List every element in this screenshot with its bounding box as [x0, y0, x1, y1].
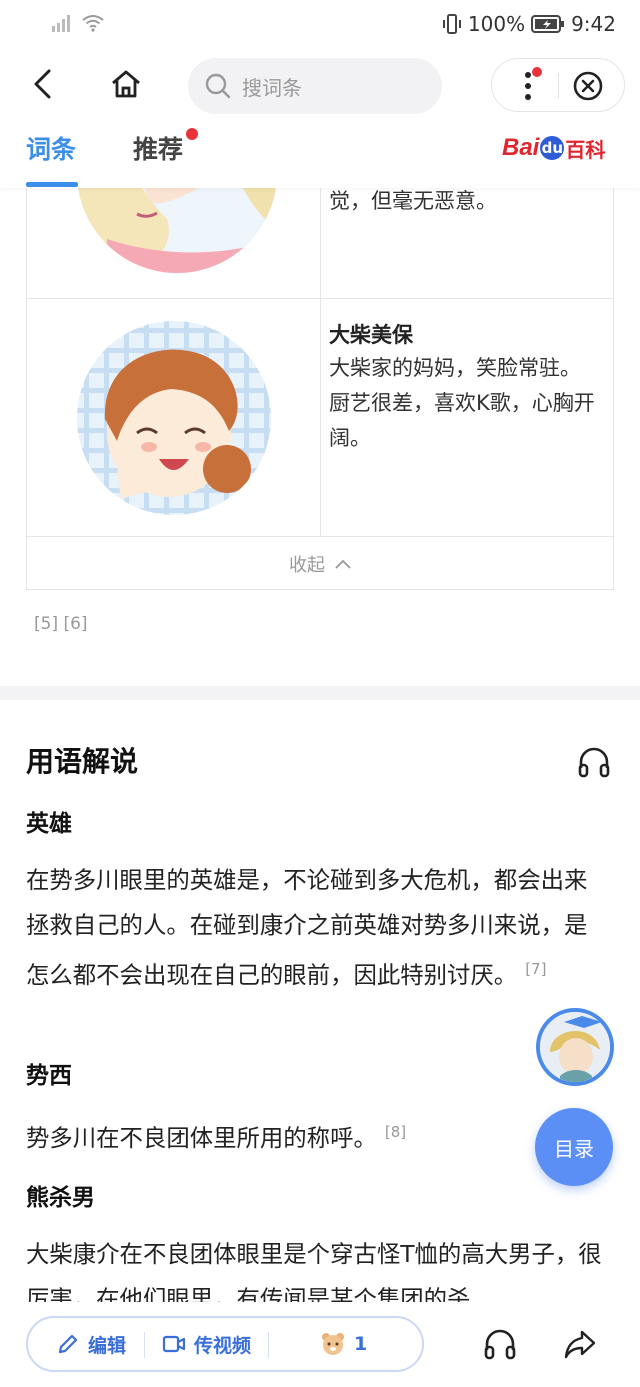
reference-link[interactable]: [8] [385, 1123, 406, 1141]
edit-label: 编辑 [88, 1334, 127, 1357]
tab-recommend[interactable]: 推荐 [133, 130, 183, 166]
collapse-button[interactable]: 收起 [27, 541, 613, 587]
mini-program-capsule [491, 58, 625, 112]
home-icon [112, 70, 140, 98]
upload-video-button[interactable]: 传视频 [162, 1331, 251, 1358]
headphones-icon[interactable] [576, 744, 612, 780]
baidu-baike-logo[interactable]: Bai du 百科 [502, 126, 605, 170]
vibrate-icon [442, 14, 461, 34]
status-bar: 100% 9:42 [0, 0, 640, 52]
description-line: 大柴家的妈妈，笑脸常驻。 [329, 356, 581, 380]
table-divider [27, 536, 613, 537]
term-paragraph: 大柴康介在不良团体眼里是个穿古怪T恤的高大男子，很厉害，在他们眼里，有传闻是某个… [26, 1232, 610, 1302]
search-placeholder: 搜词条 [242, 75, 302, 100]
assistant-avatar[interactable] [536, 1008, 614, 1086]
term-paragraph: 势多川在不良团体里所用的称呼。 [8] [26, 1110, 610, 1160]
capsule-divider [558, 73, 559, 99]
headphones-icon[interactable] [482, 1326, 518, 1362]
bear-emoji-icon [322, 1333, 344, 1355]
character-description: 大柴家的妈妈，笑脸常驻。 厨艺很差，喜欢K歌，心胸开阔。 [329, 351, 605, 456]
paw-icon: du [540, 136, 565, 160]
more-vertical-icon [525, 72, 531, 100]
edit-button[interactable]: 编辑 [56, 1331, 126, 1358]
notification-dot [186, 128, 198, 140]
logo-text: Bai [502, 134, 540, 161]
character-description: 觉，但毫无恶意。 [329, 189, 497, 213]
assistant-avatar-image [540, 1012, 610, 1082]
logo-text: 百科 [565, 137, 606, 162]
tab-bar: 词条 推荐 Bai du 百科 [0, 118, 640, 188]
table-divider [320, 129, 321, 537]
battery-icon [531, 15, 565, 33]
section-title: 用语解说 [26, 745, 139, 778]
chevron-up-icon [335, 559, 351, 569]
like-count: 1 [354, 1333, 368, 1355]
term-title: 熊杀男 [26, 1185, 95, 1211]
table-divider [27, 298, 613, 299]
status-right: 100% 9:42 [442, 12, 616, 36]
collapse-label: 收起 [289, 555, 325, 576]
pencil-icon [58, 1334, 78, 1354]
reference-link[interactable]: [7] [525, 960, 546, 978]
search-icon [205, 73, 231, 99]
character-avatar-image [77, 321, 271, 515]
tab-entry[interactable]: 词条 [26, 130, 76, 166]
close-icon[interactable] [572, 70, 604, 102]
reference-links[interactable]: [5] [6] [34, 614, 88, 634]
back-button[interactable] [22, 62, 62, 106]
pill-divider [268, 1332, 269, 1358]
chevron-left-icon [34, 69, 51, 99]
character-table: 觉，但毫无恶意。 大柴美保 大柴家的妈妈，笑脸常驻。 厨艺很差，喜欢K歌，心胸开… [26, 119, 614, 590]
clock: 9:42 [571, 12, 616, 36]
battery-percent: 100% [467, 12, 526, 36]
home-button[interactable] [104, 62, 148, 106]
term-text: 势多川在不良团体里所用的称呼。 [26, 1123, 377, 1152]
share-icon[interactable] [562, 1326, 598, 1362]
wifi-icon [82, 15, 104, 32]
active-tab-indicator [26, 182, 78, 187]
video-icon [162, 1335, 186, 1353]
search-input[interactable]: 搜词条 [188, 58, 442, 114]
top-nav: 搜词条 [0, 52, 640, 118]
term-text: 在势多川眼里的英雄是，不论碰到多大危机，都会出来拯救自己的人。在碰到康介之前英雄… [26, 866, 588, 989]
section-divider [0, 686, 640, 700]
term-paragraph: 在势多川眼里的英雄是，不论碰到多大危机，都会出来拯救自己的人。在碰到康介之前英雄… [26, 858, 610, 997]
toc-button[interactable]: 目录 [535, 1108, 613, 1186]
pill-divider [144, 1332, 145, 1358]
status-left [52, 14, 104, 32]
term-title: 英雄 [26, 811, 72, 837]
no-signal-icon [52, 14, 74, 32]
character-name: 大柴美保 [329, 323, 413, 347]
description-line: 厨艺很差，喜欢K歌，心胸开阔。 [329, 391, 595, 450]
term-title: 势西 [26, 1063, 72, 1089]
like-button[interactable]: 1 [320, 1331, 367, 1357]
action-pill: 编辑 传视频 1 [26, 1316, 424, 1372]
video-label: 传视频 [194, 1334, 252, 1357]
notification-dot [532, 67, 542, 77]
bottom-bar: 编辑 传视频 1 [0, 1302, 640, 1387]
term-text: 大柴康介在不良团体眼里是个穿古怪T恤的高大男子，很厉害，在他们眼里，有传闻是某个… [26, 1240, 602, 1302]
